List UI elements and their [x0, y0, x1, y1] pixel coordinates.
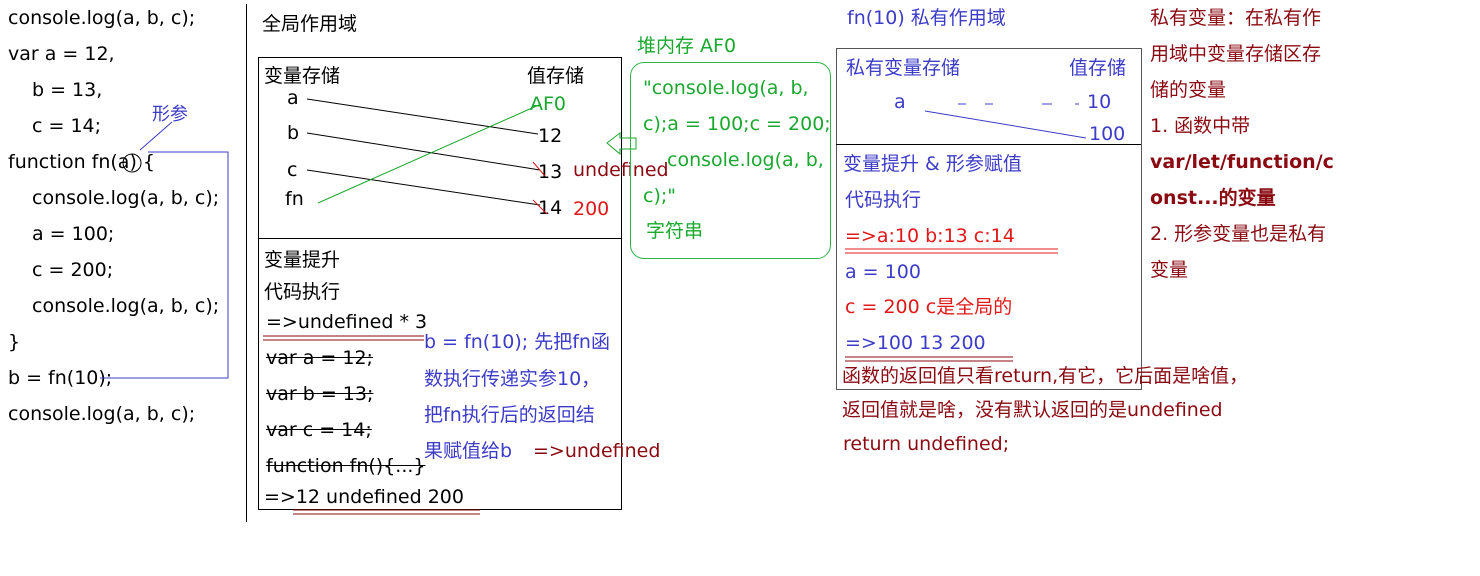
link-b-13	[306, 132, 541, 171]
param-circle	[122, 153, 142, 173]
link-c-14	[306, 169, 541, 206]
link-private-a	[924, 110, 1087, 139]
strike-14	[532, 199, 548, 215]
heap-arrow	[606, 131, 637, 156]
fn-bracket	[100, 151, 229, 379]
param-pointer	[139, 121, 173, 151]
link-a-12	[306, 98, 539, 135]
connector-lines	[100, 98, 1087, 515]
